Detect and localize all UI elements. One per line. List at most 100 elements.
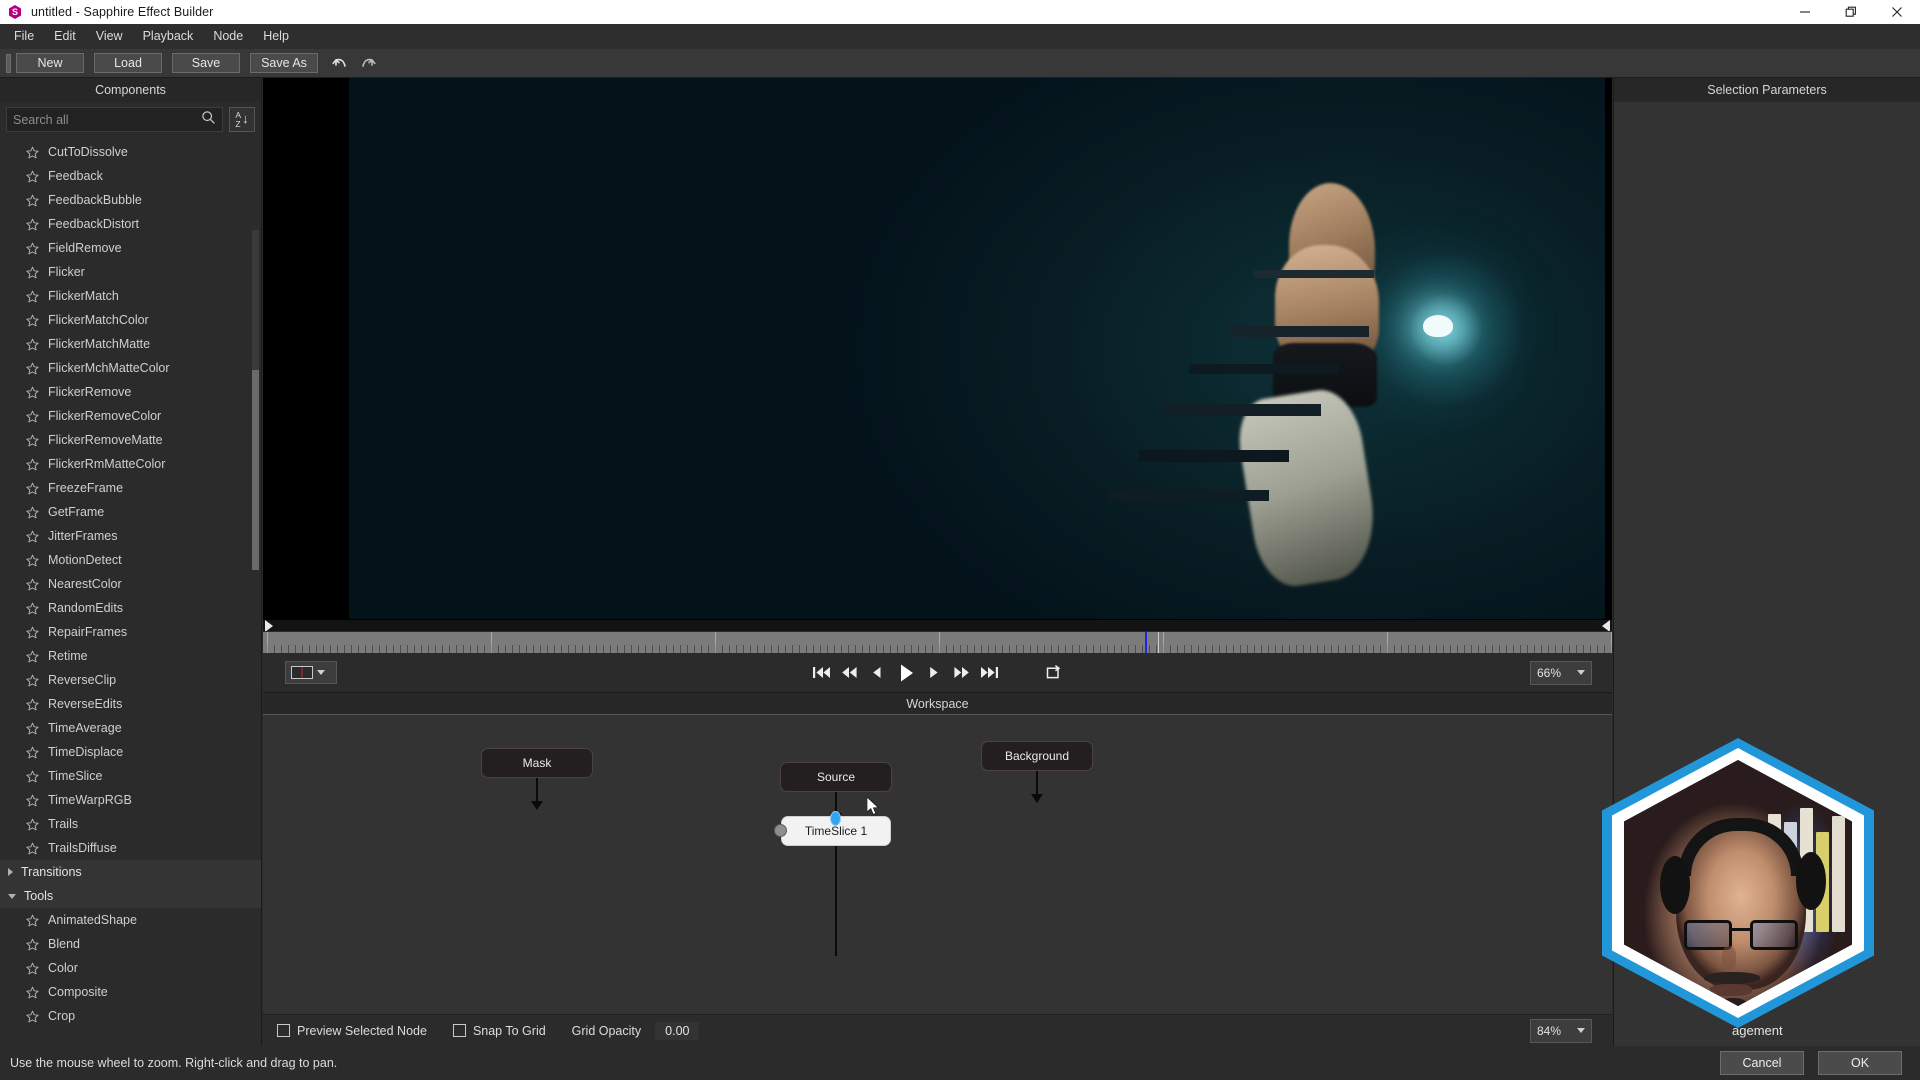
node-mask[interactable]: Mask: [481, 748, 593, 778]
save-as-button[interactable]: Save As: [250, 53, 318, 73]
menu-edit[interactable]: Edit: [44, 26, 86, 47]
component-item[interactable]: GetFrame: [0, 500, 261, 524]
node-graph[interactable]: Mask Source Background TimeSlice 1: [263, 715, 1612, 1014]
play-button[interactable]: [921, 660, 947, 686]
menu-node[interactable]: Node: [203, 26, 253, 47]
component-item[interactable]: Retime: [0, 644, 261, 668]
search-box[interactable]: [6, 107, 223, 132]
favorite-star-icon[interactable]: [26, 674, 39, 687]
component-item[interactable]: ReverseClip: [0, 668, 261, 692]
menu-help[interactable]: Help: [253, 26, 299, 47]
component-item[interactable]: FlickerRemove: [0, 380, 261, 404]
component-item[interactable]: FeedbackBubble: [0, 188, 261, 212]
sort-alpha-icon[interactable]: A Z ↓: [229, 107, 255, 132]
component-item[interactable]: FlickerRemoveColor: [0, 404, 261, 428]
component-item[interactable]: Blend: [0, 932, 261, 956]
save-button[interactable]: Save: [172, 53, 240, 73]
component-item[interactable]: Trails: [0, 812, 261, 836]
favorite-star-icon[interactable]: [26, 290, 39, 303]
favorite-star-icon[interactable]: [26, 938, 39, 951]
video-preview[interactable]: [263, 78, 1612, 619]
component-item[interactable]: JitterFrames: [0, 524, 261, 548]
node-input-port[interactable]: [830, 811, 841, 826]
chevron-down-icon[interactable]: [1577, 1028, 1585, 1033]
grid-opacity-value[interactable]: 0.00: [655, 1021, 700, 1040]
component-item[interactable]: TimeSlice: [0, 764, 261, 788]
component-item[interactable]: Crop: [0, 1004, 261, 1028]
favorite-star-icon[interactable]: [26, 194, 39, 207]
favorite-star-icon[interactable]: [26, 554, 39, 567]
loop-button[interactable]: [1041, 660, 1067, 686]
range-bar[interactable]: [263, 619, 1612, 632]
favorite-star-icon[interactable]: [26, 482, 39, 495]
minimize-icon[interactable]: [1782, 0, 1828, 24]
favorite-star-icon[interactable]: [26, 458, 39, 471]
component-item[interactable]: FlickerRmMatteColor: [0, 452, 261, 476]
favorite-star-icon[interactable]: [26, 362, 39, 375]
component-item[interactable]: FeedbackDistort: [0, 212, 261, 236]
favorite-star-icon[interactable]: [26, 578, 39, 591]
component-item[interactable]: FlickerMatchMatte: [0, 332, 261, 356]
favorite-star-icon[interactable]: [26, 722, 39, 735]
component-item[interactable]: TimeDisplace: [0, 740, 261, 764]
component-item[interactable]: TrailsDiffuse: [0, 836, 261, 860]
load-button[interactable]: Load: [94, 53, 162, 73]
component-item[interactable]: Color: [0, 956, 261, 980]
favorite-star-icon[interactable]: [26, 602, 39, 615]
favorite-star-icon[interactable]: [26, 626, 39, 639]
favorite-star-icon[interactable]: [26, 266, 39, 279]
timeline-ruler[interactable]: [263, 631, 1612, 653]
node-side-port[interactable]: [774, 824, 787, 837]
component-item[interactable]: Flicker: [0, 260, 261, 284]
menu-playback[interactable]: Playback: [133, 26, 204, 47]
redo-icon[interactable]: [354, 51, 380, 75]
component-item[interactable]: TimeWarpRGB: [0, 788, 261, 812]
menu-view[interactable]: View: [86, 26, 133, 47]
node-background[interactable]: Background: [981, 741, 1093, 771]
toolbar-grip[interactable]: [6, 53, 11, 73]
component-item[interactable]: FlickerMchMatteColor: [0, 356, 261, 380]
component-group-tools[interactable]: Tools: [0, 884, 261, 908]
favorite-star-icon[interactable]: [26, 962, 39, 975]
component-item[interactable]: CutToDissolve: [0, 140, 261, 164]
component-item[interactable]: RepairFrames: [0, 620, 261, 644]
chevron-down-icon[interactable]: [8, 893, 16, 899]
component-item[interactable]: FieldRemove: [0, 236, 261, 260]
cancel-button[interactable]: Cancel: [1720, 1051, 1804, 1075]
component-item[interactable]: FlickerMatch: [0, 284, 261, 308]
favorite-star-icon[interactable]: [26, 1010, 39, 1023]
favorite-star-icon[interactable]: [26, 794, 39, 807]
play-backward-button[interactable]: [865, 660, 891, 686]
component-item[interactable]: NearestColor: [0, 572, 261, 596]
pause-button[interactable]: [893, 660, 919, 686]
component-item[interactable]: MotionDetect: [0, 548, 261, 572]
favorite-star-icon[interactable]: [26, 242, 39, 255]
workspace-zoom-selector[interactable]: 84%: [1530, 1018, 1592, 1043]
favorite-star-icon[interactable]: [26, 314, 39, 327]
favorite-star-icon[interactable]: [26, 770, 39, 783]
favorite-star-icon[interactable]: [26, 746, 39, 759]
favorite-star-icon[interactable]: [26, 506, 39, 519]
ok-button[interactable]: OK: [1818, 1051, 1902, 1075]
favorite-star-icon[interactable]: [26, 338, 39, 351]
rewind-button[interactable]: [837, 660, 863, 686]
new-button[interactable]: New: [16, 53, 84, 73]
component-group-transitions[interactable]: Transitions: [0, 860, 261, 884]
go-to-end-button[interactable]: [977, 660, 1003, 686]
favorite-star-icon[interactable]: [26, 698, 39, 711]
go-to-start-button[interactable]: [809, 660, 835, 686]
favorite-star-icon[interactable]: [26, 986, 39, 999]
favorite-star-icon[interactable]: [26, 842, 39, 855]
search-input[interactable]: [13, 112, 201, 127]
chevron-right-icon[interactable]: [8, 868, 13, 876]
components-scrollbar[interactable]: [252, 230, 259, 570]
checkbox-box[interactable]: [277, 1024, 290, 1037]
favorite-star-icon[interactable]: [26, 434, 39, 447]
node-source[interactable]: Source: [780, 762, 892, 792]
scrollbar-thumb[interactable]: [252, 370, 259, 570]
snap-to-grid-checkbox[interactable]: Snap To Grid: [452, 1024, 546, 1038]
component-item[interactable]: ReverseEdits: [0, 692, 261, 716]
favorite-star-icon[interactable]: [26, 410, 39, 423]
favorite-star-icon[interactable]: [26, 218, 39, 231]
component-item[interactable]: FlickerRemoveMatte: [0, 428, 261, 452]
